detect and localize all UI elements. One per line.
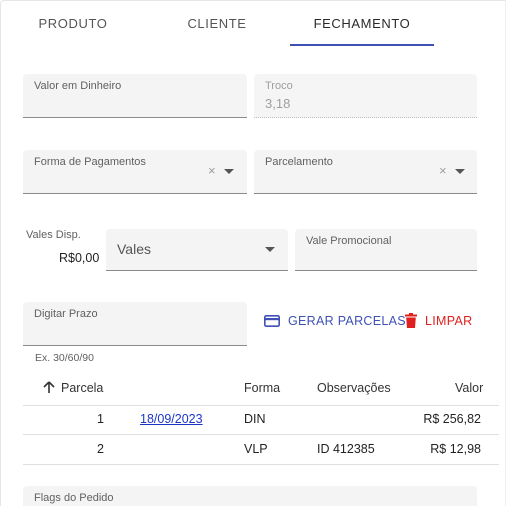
header-valor: Valor: [455, 381, 484, 395]
digitar-prazo-label: Digitar Prazo: [34, 308, 98, 320]
flags-pedido-field[interactable]: Flags do Pedido: [23, 486, 477, 506]
limpar-label: LIMPAR: [425, 313, 473, 328]
parcelamento-label: Parcelamento: [265, 156, 333, 168]
digitar-prazo-field[interactable]: Digitar Prazo: [23, 302, 247, 346]
cell-observacoes: ID 412385: [317, 442, 375, 456]
header-observacoes: Observações: [317, 381, 391, 395]
valor-dinheiro-field[interactable]: Valor em Dinheiro: [23, 74, 247, 118]
form-panel: PRODUTO CLIENTE FECHAMENTO Valor em Dinh…: [0, 0, 506, 506]
clear-icon[interactable]: ×: [439, 163, 447, 178]
cell-valor: R$ 12,98: [430, 442, 481, 456]
cell-forma: VLP: [244, 442, 268, 456]
tab-cliente[interactable]: CLIENTE: [167, 16, 267, 32]
arrow-up-icon[interactable]: [43, 381, 55, 394]
vales-disp-value: R$0,00: [59, 251, 100, 265]
cell-data-link[interactable]: 18/09/2023: [140, 412, 203, 426]
vale-promocional-label: Vale Promocional: [306, 235, 392, 247]
cell-valor: R$ 256,82: [423, 412, 481, 426]
parcelamento-select[interactable]: Parcelamento ×: [254, 150, 477, 194]
tab-produto[interactable]: PRODUTO: [23, 16, 123, 32]
vale-promocional-field[interactable]: Vale Promocional: [295, 229, 477, 271]
forma-pagamento-select[interactable]: Forma de Pagamentos ×: [23, 150, 247, 194]
troco-value: 3,18: [265, 96, 291, 111]
header-parcela[interactable]: Parcela: [61, 381, 103, 395]
tab-fechamento[interactable]: FECHAMENTO: [290, 16, 434, 32]
active-tab-indicator: [290, 44, 434, 46]
header-forma: Forma: [244, 381, 281, 395]
valor-dinheiro-label: Valor em Dinheiro: [34, 80, 122, 92]
credit-card-icon: [264, 315, 280, 327]
flags-pedido-label: Flags do Pedido: [34, 492, 114, 504]
gerar-parcelas-label: GERAR PARCELAS: [288, 314, 406, 328]
troco-field: Troco 3,18: [254, 74, 477, 118]
vales-disp-label: Vales Disp.: [26, 229, 81, 241]
clear-icon[interactable]: ×: [208, 163, 216, 178]
cell-parcela: 1: [97, 412, 104, 426]
chevron-down-icon[interactable]: [455, 169, 465, 174]
limpar-button[interactable]: LIMPAR: [405, 313, 472, 328]
trash-icon: [405, 313, 417, 328]
digitar-prazo-hint: Ex. 30/60/90: [35, 352, 94, 364]
chevron-down-icon[interactable]: [265, 247, 275, 252]
row-divider: [23, 464, 499, 465]
cell-parcela: 2: [97, 442, 104, 456]
troco-label: Troco: [265, 80, 293, 92]
forma-pagamento-label: Forma de Pagamentos: [34, 156, 146, 168]
vales-select-value: Vales: [117, 241, 151, 257]
gerar-parcelas-button[interactable]: GERAR PARCELAS: [264, 314, 406, 328]
row-divider: [23, 434, 499, 435]
chevron-down-icon[interactable]: [224, 169, 234, 174]
vales-select[interactable]: Vales: [106, 229, 288, 271]
row-divider: [23, 405, 499, 406]
cell-forma: DIN: [244, 412, 266, 426]
